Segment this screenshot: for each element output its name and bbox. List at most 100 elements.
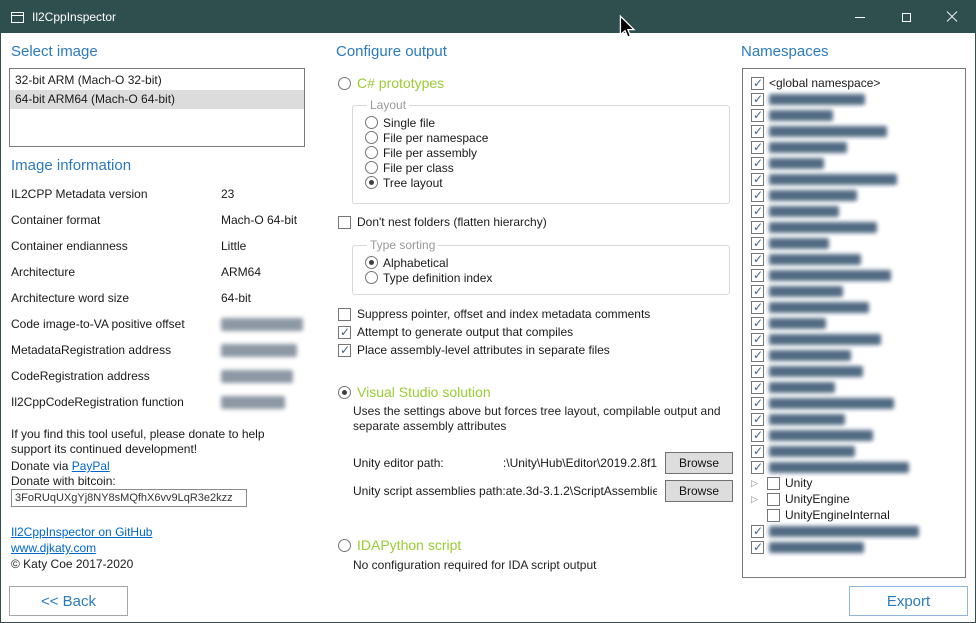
namespace-item[interactable] [751, 443, 963, 459]
namespace-item[interactable]: ▷Unity [751, 475, 963, 491]
namespace-checkbox[interactable] [751, 349, 764, 362]
namespace-item[interactable] [751, 91, 963, 107]
separate-attributes-checkbox[interactable] [338, 344, 351, 357]
radio-icon[interactable] [365, 271, 378, 284]
namespace-item[interactable] [751, 523, 963, 539]
radio-icon[interactable] [365, 176, 378, 189]
namespace-item[interactable] [751, 219, 963, 235]
namespace-checkbox[interactable] [751, 397, 764, 410]
bitcoin-address-input[interactable] [11, 489, 247, 507]
namespace-list[interactable]: <global namespace> ▷Unity▷UnityEngineUnit… [742, 68, 966, 578]
unity-script-path-value[interactable]: ate.3d-3.1.2\ScriptAssemblies [506, 484, 657, 498]
image-list[interactable]: 32-bit ARM (Mach-O 32-bit)64-bit ARM64 (… [9, 68, 305, 147]
unity-script-browse-button[interactable]: Browse [665, 480, 733, 502]
namespace-checkbox[interactable] [751, 429, 764, 442]
namespace-item[interactable] [751, 283, 963, 299]
namespace-item[interactable] [751, 411, 963, 427]
website-link[interactable]: www.djkaty.com [11, 541, 96, 555]
radio-option[interactable]: File per namespace [365, 130, 729, 145]
namespace-item[interactable] [751, 347, 963, 363]
separate-attributes-checkbox-row[interactable]: Place assembly-level attributes in separ… [338, 343, 610, 357]
namespace-checkbox[interactable] [751, 109, 764, 122]
namespace-checkbox[interactable] [751, 77, 764, 90]
namespace-item[interactable]: ▷UnityEngine [751, 491, 963, 507]
namespace-checkbox[interactable] [751, 525, 764, 538]
github-link[interactable]: Il2CppInspector on GitHub [11, 525, 152, 539]
expander-icon[interactable]: ▷ [751, 491, 762, 507]
namespace-item[interactable] [751, 267, 963, 283]
namespace-checkbox[interactable] [751, 285, 764, 298]
radio-icon[interactable] [365, 116, 378, 129]
namespace-checkbox[interactable] [751, 141, 764, 154]
namespace-item[interactable] [751, 379, 963, 395]
namespace-checkbox[interactable] [751, 413, 764, 426]
namespace-item[interactable] [751, 459, 963, 475]
namespace-item[interactable] [751, 235, 963, 251]
radio-icon[interactable] [365, 146, 378, 159]
image-list-item[interactable]: 32-bit ARM (Mach-O 32-bit) [10, 71, 304, 90]
namespace-checkbox[interactable] [751, 317, 764, 330]
maximize-button[interactable] [883, 1, 929, 33]
namespace-item[interactable] [751, 123, 963, 139]
minimize-button[interactable] [837, 1, 883, 33]
compilable-output-checkbox[interactable] [338, 326, 351, 339]
namespace-item[interactable] [751, 331, 963, 347]
namespace-checkbox[interactable] [751, 461, 764, 474]
namespace-item[interactable] [751, 251, 963, 267]
image-list-item[interactable]: 64-bit ARM64 (Mach-O 64-bit) [10, 90, 304, 109]
namespace-item[interactable] [751, 395, 963, 411]
flatten-checkbox[interactable] [338, 216, 351, 229]
radio-icon[interactable] [365, 256, 378, 269]
namespace-checkbox[interactable] [751, 205, 764, 218]
radio-icon[interactable] [365, 161, 378, 174]
option-idapython-script[interactable]: IDAPython script [338, 537, 461, 553]
unity-editor-path-value[interactable]: :\Unity\Hub\Editor\2019.2.8f1 [444, 456, 657, 470]
radio-option[interactable]: File per class [365, 160, 729, 175]
namespace-checkbox[interactable] [751, 237, 764, 250]
namespace-checkbox[interactable] [751, 189, 764, 202]
namespace-checkbox[interactable] [751, 333, 764, 346]
close-button[interactable] [929, 1, 975, 33]
visual-studio-radio[interactable] [338, 386, 351, 399]
namespace-item[interactable] [751, 107, 963, 123]
namespace-checkbox[interactable] [767, 477, 780, 490]
namespace-checkbox[interactable] [751, 253, 764, 266]
paypal-link[interactable]: PayPal [72, 459, 110, 473]
namespace-checkbox[interactable] [751, 93, 764, 106]
namespace-checkbox[interactable] [751, 125, 764, 138]
back-button[interactable]: << Back [9, 586, 128, 616]
namespace-checkbox[interactable] [751, 365, 764, 378]
namespace-item[interactable] [751, 299, 963, 315]
namespace-checkbox[interactable] [751, 221, 764, 234]
namespace-checkbox[interactable] [767, 509, 780, 522]
namespace-checkbox[interactable] [767, 493, 780, 506]
export-button[interactable]: Export [849, 586, 968, 616]
csharp-prototypes-radio[interactable] [338, 77, 351, 90]
namespace-item[interactable] [751, 139, 963, 155]
namespace-checkbox[interactable] [751, 381, 764, 394]
namespace-item[interactable]: UnityEngineInternal [751, 507, 963, 523]
namespace-checkbox[interactable] [751, 157, 764, 170]
radio-option[interactable]: File per assembly [365, 145, 729, 160]
namespace-checkbox[interactable] [751, 301, 764, 314]
radio-option[interactable]: Type definition index [365, 270, 729, 285]
namespace-checkbox[interactable] [751, 269, 764, 282]
namespace-item[interactable] [751, 427, 963, 443]
namespace-item[interactable] [751, 187, 963, 203]
option-csharp-prototypes[interactable]: C# prototypes [338, 75, 444, 91]
idapython-radio[interactable] [338, 539, 351, 552]
namespace-item[interactable] [751, 155, 963, 171]
radio-option[interactable]: Alphabetical [365, 255, 729, 270]
namespace-checkbox[interactable] [751, 445, 764, 458]
radio-icon[interactable] [365, 131, 378, 144]
namespace-item[interactable]: <global namespace> [751, 75, 963, 91]
namespace-item[interactable] [751, 363, 963, 379]
compilable-output-checkbox-row[interactable]: Attempt to generate output that compiles [338, 325, 573, 339]
namespace-item[interactable] [751, 539, 963, 555]
namespace-item[interactable] [751, 315, 963, 331]
namespace-item[interactable] [751, 203, 963, 219]
titlebar[interactable]: Il2CppInspector [1, 1, 975, 33]
suppress-metadata-checkbox[interactable] [338, 308, 351, 321]
radio-option[interactable]: Tree layout [365, 175, 729, 190]
radio-option[interactable]: Single file [365, 115, 729, 130]
